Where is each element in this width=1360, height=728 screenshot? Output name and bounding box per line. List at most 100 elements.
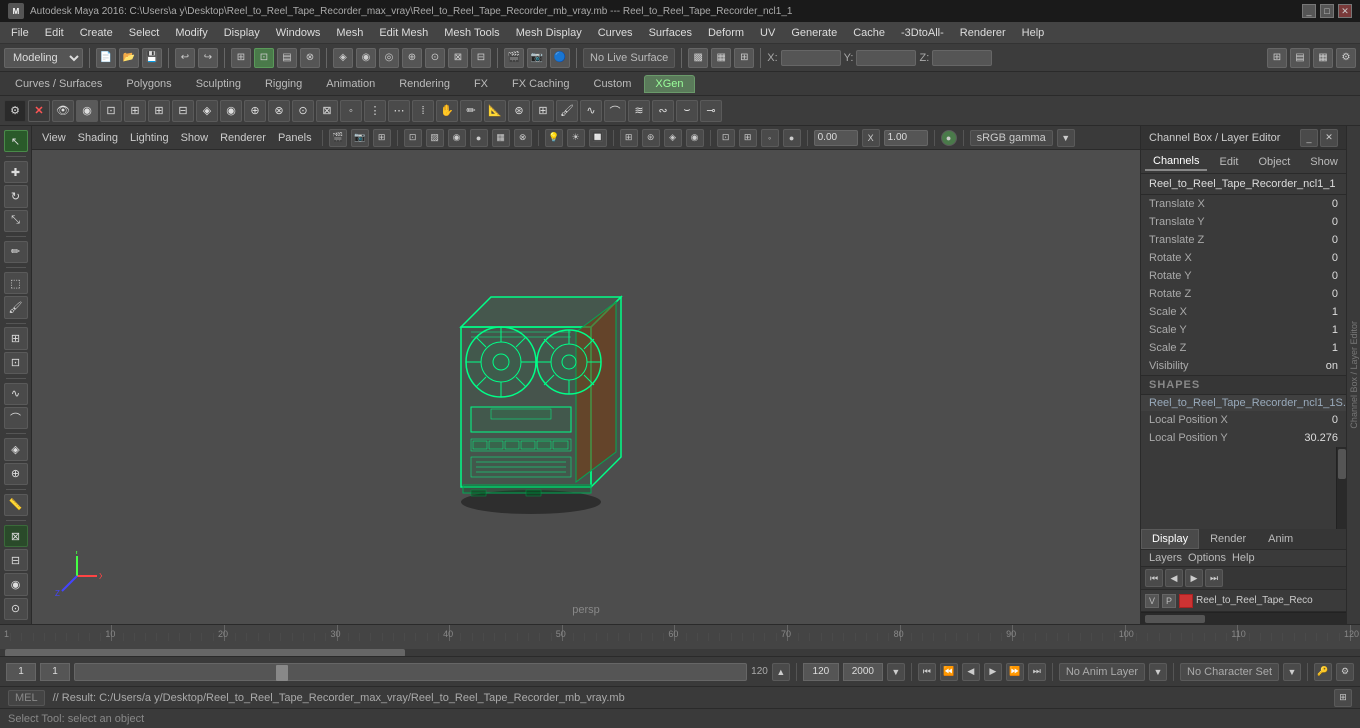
tb-sel5[interactable]: ⊙ [425, 48, 445, 68]
vp-menu-shading[interactable]: Shading [74, 132, 122, 144]
vp-cam-icon[interactable]: 🎬 [329, 129, 347, 147]
ico-transform-off[interactable]: ✕ [28, 100, 50, 122]
menu-mesh-display[interactable]: Mesh Display [509, 25, 589, 41]
menu-edit[interactable]: Edit [38, 25, 71, 41]
ico-select3[interactable]: ⊟ [172, 100, 194, 122]
ico-sel7[interactable]: ⊗ [268, 100, 290, 122]
playback-end-input[interactable] [803, 663, 839, 681]
tb-new[interactable]: 📄 [96, 48, 116, 68]
gamma-label[interactable]: sRGB gamma [970, 130, 1053, 146]
attr-scale-y[interactable]: Scale Y 1 [1141, 321, 1346, 339]
lt-misc1[interactable]: ◈ [4, 438, 28, 460]
ico-sel6[interactable]: ⊕ [244, 100, 266, 122]
vp-tex-icon[interactable]: ▦ [492, 129, 510, 147]
lt-select[interactable]: ↖ [4, 130, 28, 152]
menu-curves[interactable]: Curves [591, 25, 640, 41]
dt-tab-render[interactable]: Render [1199, 529, 1257, 549]
menu-create[interactable]: Create [73, 25, 120, 41]
menu-cache[interactable]: Cache [846, 25, 892, 41]
menu-mesh-tools[interactable]: Mesh Tools [437, 25, 506, 41]
menu-3dtoall[interactable]: -3DtoAll- [894, 25, 951, 41]
tab-custom[interactable]: Custom [583, 75, 643, 93]
tab-animation[interactable]: Animation [315, 75, 386, 93]
lt-scale[interactable]: ⤡ [4, 210, 28, 232]
menu-modify[interactable]: Modify [168, 25, 214, 41]
layer-nav-btn4[interactable]: ⏭ [1205, 569, 1223, 587]
tab-fx[interactable]: FX [463, 75, 499, 93]
no-live-surface-label[interactable]: No Live Surface [583, 48, 675, 68]
lt-final1[interactable]: ⊠ [4, 525, 28, 547]
ico-crv6[interactable]: ⊸ [700, 100, 722, 122]
tr-key-btn2[interactable]: ⚙ [1336, 663, 1354, 681]
attr-translate-z[interactable]: Translate Z 0 [1141, 231, 1346, 249]
ico-pencil[interactable]: ✏ [460, 100, 482, 122]
lt-crv1[interactable]: ∿ [4, 383, 28, 405]
attr-rotate-y[interactable]: Rotate Y 0 [1141, 267, 1346, 285]
lst-layers[interactable]: Layers [1149, 552, 1182, 564]
lt-move[interactable]: ✚ [4, 161, 28, 183]
attr-translate-x[interactable]: Translate X 0 [1141, 195, 1346, 213]
speed-down[interactable]: ▼ [887, 663, 905, 681]
vp-hud4[interactable]: ● [783, 129, 801, 147]
ico-snap1[interactable]: ⋮ [364, 100, 386, 122]
layer-nav-btn3[interactable]: ▶ [1185, 569, 1203, 587]
menu-display[interactable]: Display [217, 25, 267, 41]
tr-btn-skip-back[interactable]: ⏮ [918, 663, 936, 681]
layer-color-swatch[interactable] [1179, 594, 1193, 608]
menu-deform[interactable]: Deform [701, 25, 751, 41]
viewport-canvas[interactable]: persp X Y Z [32, 150, 1140, 624]
ico-visibility[interactable]: 👁 [52, 100, 74, 122]
maximize-button[interactable]: □ [1320, 4, 1334, 18]
tb-open[interactable]: 📂 [119, 48, 139, 68]
rp-tab-channels[interactable]: Channels [1145, 153, 1207, 171]
vp-flat-icon[interactable]: ▨ [426, 129, 444, 147]
mode-select[interactable]: Modeling Rigging Animation [4, 48, 83, 68]
vp-x-val[interactable] [814, 130, 858, 146]
attr-local-pos-y[interactable]: Local Position Y 30.276 [1141, 429, 1346, 447]
tab-rigging[interactable]: Rigging [254, 75, 313, 93]
tab-rendering[interactable]: Rendering [388, 75, 461, 93]
tr-btn-play-back[interactable]: ◀ [962, 663, 980, 681]
vp-menu-view[interactable]: View [38, 132, 70, 144]
ico-wire[interactable]: ⊡ [100, 100, 122, 122]
ico-crv5[interactable]: ⌣ [676, 100, 698, 122]
lt-crv2[interactable]: ⌒ [4, 407, 28, 429]
vp-wire-icon[interactable]: ⊡ [404, 129, 422, 147]
tb-save[interactable]: 💾 [142, 48, 162, 68]
rp-tab-show[interactable]: Show [1302, 154, 1346, 170]
tb-snap3[interactable]: ▤ [277, 48, 297, 68]
z-field[interactable] [932, 50, 992, 66]
vp-all-icon[interactable]: ⊗ [514, 129, 532, 147]
frame-current-input[interactable] [40, 663, 70, 681]
lt-final3[interactable]: ◉ [4, 573, 28, 595]
tb-rt3[interactable]: ⊞ [734, 48, 754, 68]
vp-y-val[interactable] [884, 130, 928, 146]
no-char-set-label[interactable]: No Character Set [1180, 663, 1279, 681]
ico-sel9[interactable]: ⊠ [316, 100, 338, 122]
ico-measure[interactable]: 📐 [484, 100, 506, 122]
attr-translate-y[interactable]: Translate Y 0 [1141, 213, 1346, 231]
layer-nav-btn1[interactable]: ⏮ [1145, 569, 1163, 587]
close-button[interactable]: ✕ [1338, 4, 1352, 18]
tb-layout[interactable]: ⊞ [1267, 48, 1287, 68]
tb-cam2[interactable]: 📷 [527, 48, 547, 68]
vp-menu-lighting[interactable]: Lighting [126, 132, 173, 144]
tab-polygons[interactable]: Polygons [115, 75, 182, 93]
menu-select[interactable]: Select [122, 25, 167, 41]
lt-misc2[interactable]: ⊕ [4, 463, 28, 485]
menu-help[interactable]: Help [1015, 25, 1052, 41]
lst-help[interactable]: Help [1232, 552, 1255, 564]
tr-btn-step-fwd[interactable]: ⏩ [1006, 663, 1024, 681]
frame-end-btn[interactable]: ▲ [772, 663, 790, 681]
tr-char-down[interactable]: ▼ [1283, 663, 1301, 681]
tb-snap4[interactable]: ⊗ [300, 48, 320, 68]
ico-sel5[interactable]: ◉ [220, 100, 242, 122]
vp-snap1[interactable]: ⊞ [620, 129, 638, 147]
rp-tab-edit[interactable]: Edit [1211, 154, 1246, 170]
status-icon[interactable]: ⊞ [1334, 689, 1352, 707]
vp-menu-panels[interactable]: Panels [274, 132, 316, 144]
tr-btn-skip-fwd[interactable]: ⏭ [1028, 663, 1046, 681]
rp-minimize[interactable]: _ [1300, 129, 1318, 147]
range-thumb[interactable] [276, 665, 288, 681]
ico-select2[interactable]: ⊞ [148, 100, 170, 122]
